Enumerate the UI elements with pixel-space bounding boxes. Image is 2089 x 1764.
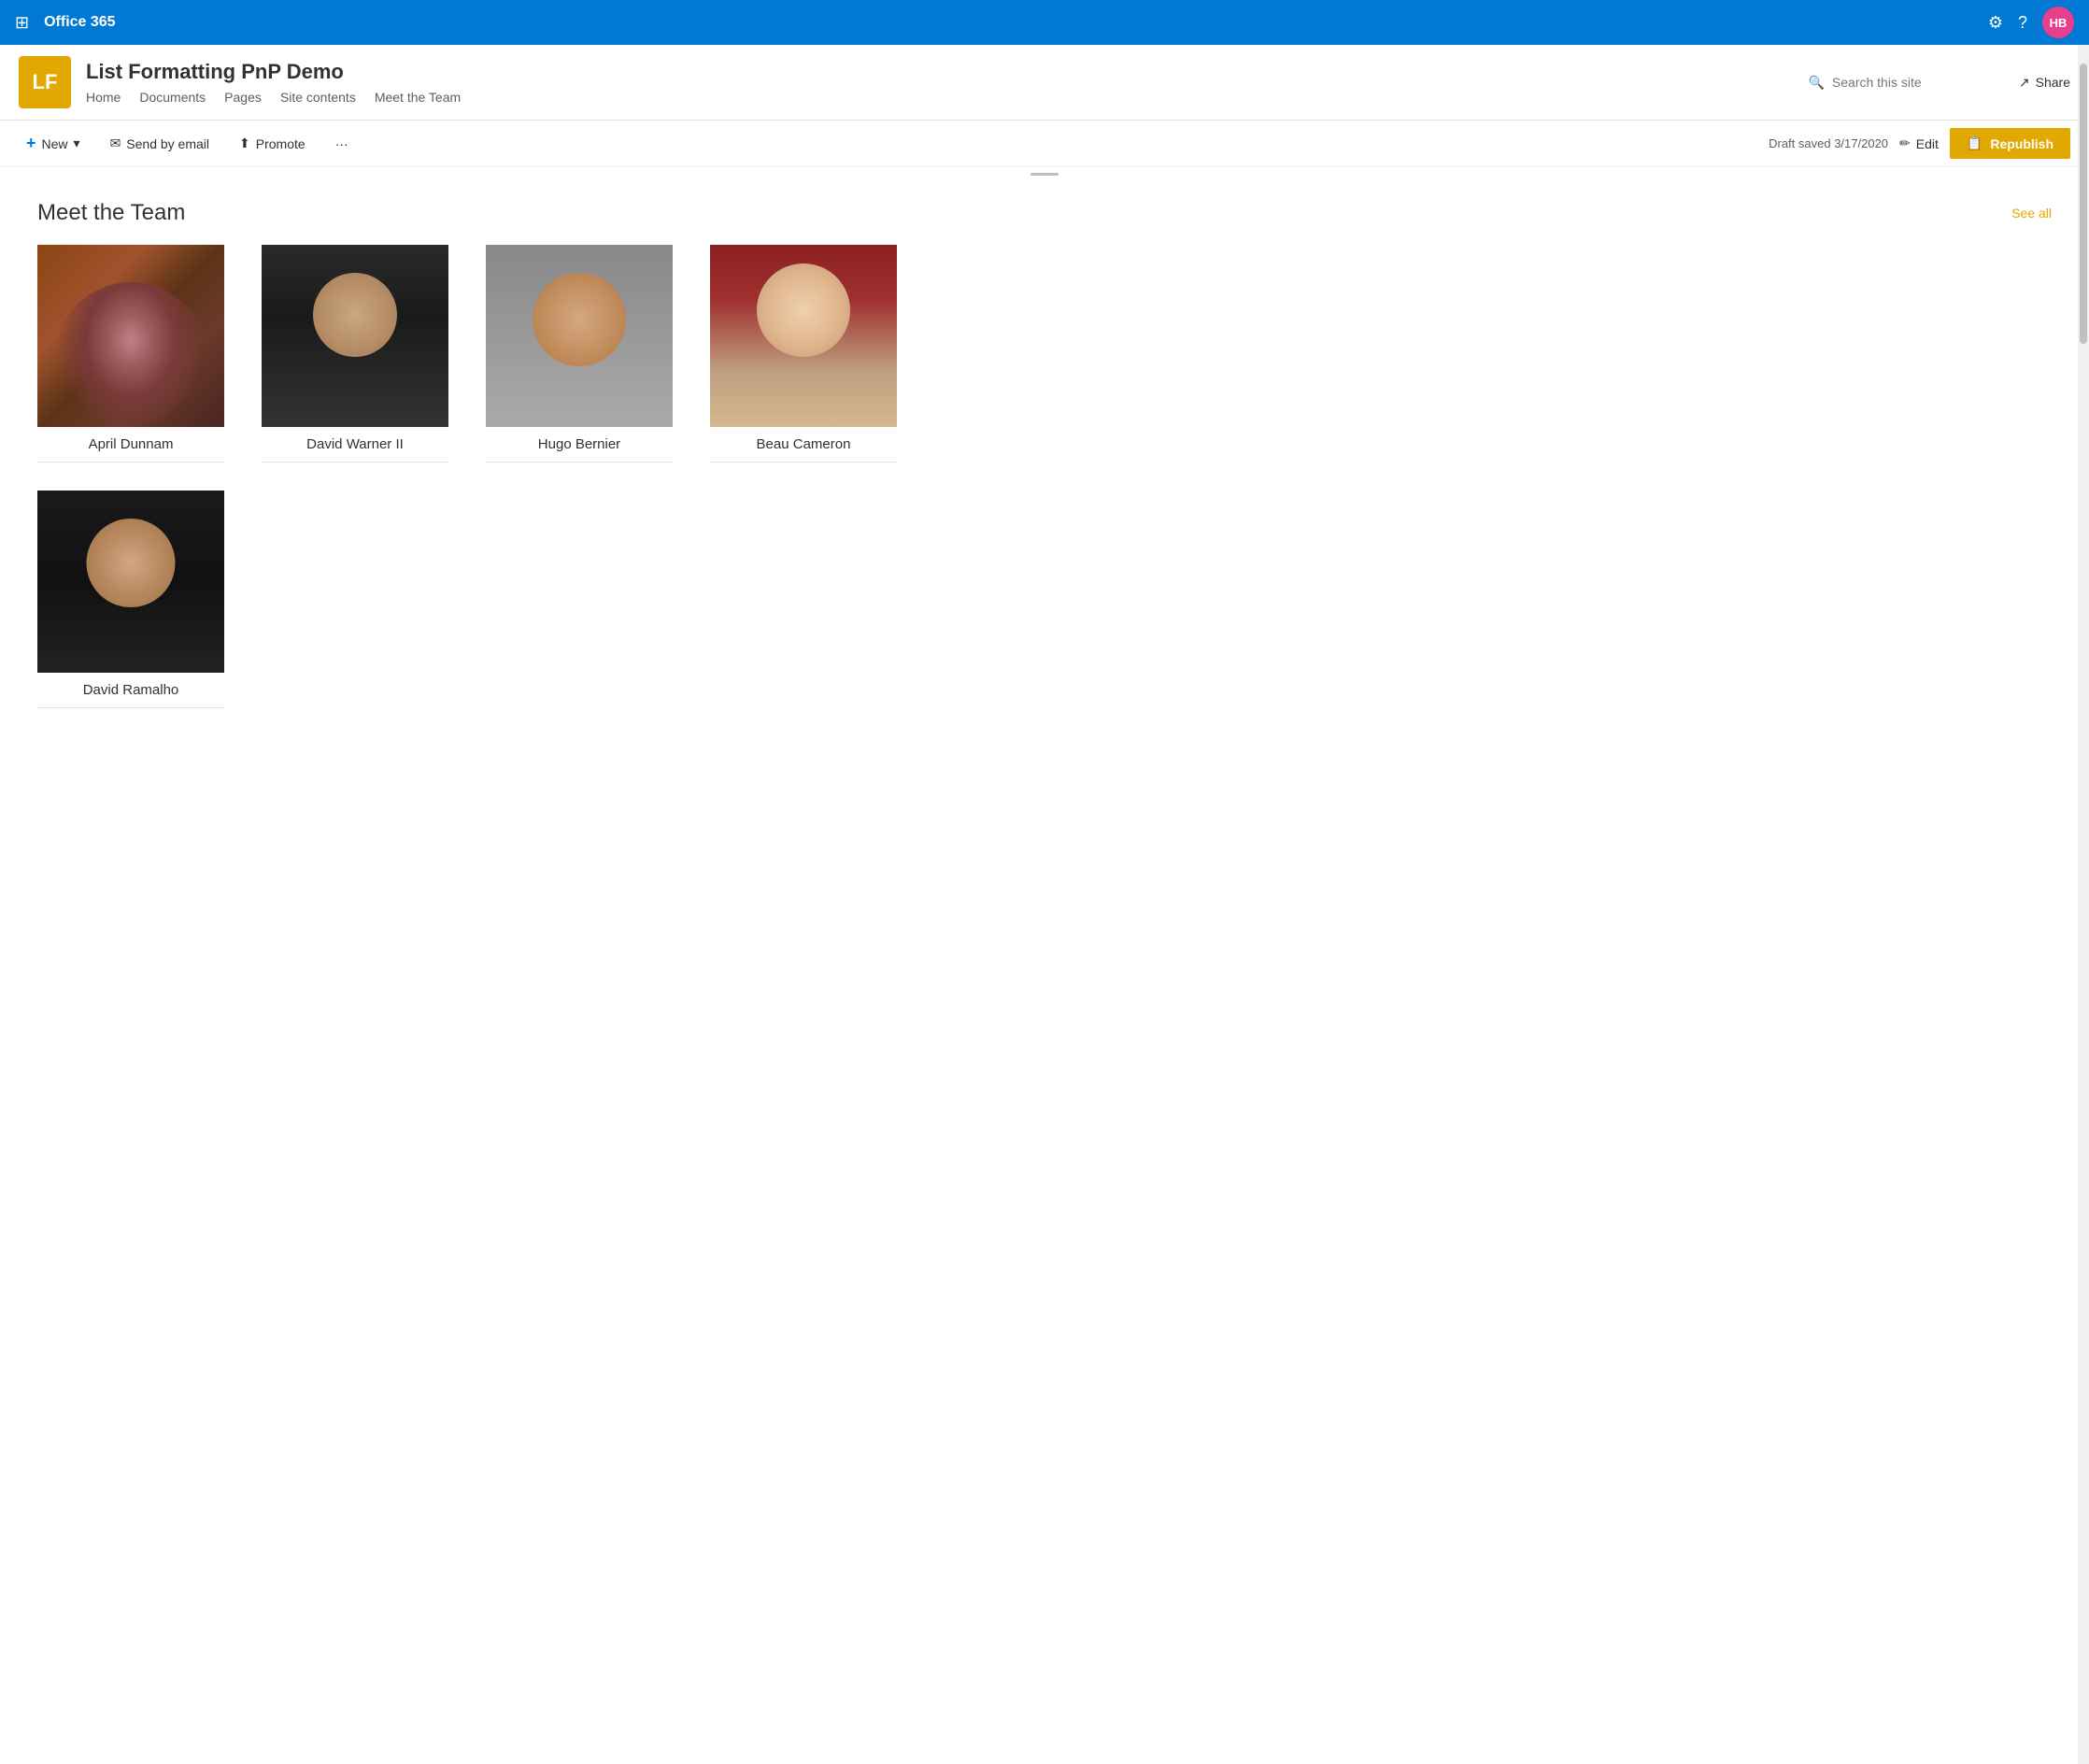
email-icon: ✉ <box>110 135 121 151</box>
share-label: Share <box>2036 75 2070 90</box>
nav-home[interactable]: Home <box>86 90 121 105</box>
team-photo-david-w <box>262 245 448 427</box>
share-button[interactable]: ↗ Share <box>2019 75 2070 91</box>
toolbar-right: Draft saved 3/17/2020 ✏ Edit 📋 Republish <box>1769 128 2070 159</box>
team-photo-david-r <box>37 491 224 673</box>
more-button[interactable]: ··· <box>328 133 356 155</box>
draft-saved-text: Draft saved 3/17/2020 <box>1769 136 1888 150</box>
send-email-button[interactable]: ✉ Send by email <box>103 132 217 155</box>
team-name-hugo: Hugo Bernier <box>486 436 673 452</box>
site-logo[interactable]: LF <box>19 56 71 108</box>
top-nav-right: ⚙ ? HB <box>1988 7 2074 38</box>
site-header-left: LF List Formatting PnP Demo Home Documen… <box>19 56 461 108</box>
team-photo-hugo <box>486 245 673 427</box>
promote-label: Promote <box>256 136 306 151</box>
team-card-april[interactable]: April Dunnam <box>37 245 224 462</box>
site-nav: Home Documents Pages Site contents Meet … <box>86 90 461 105</box>
promote-icon: ⬆ <box>239 135 250 151</box>
site-header-right: 🔍 ↗ Share <box>1808 75 2070 91</box>
edit-label: Edit <box>1916 136 1939 151</box>
team-name-april: April Dunnam <box>37 436 224 452</box>
team-card-beau[interactable]: Beau Cameron <box>710 245 897 462</box>
team-name-david-r: David Ramalho <box>37 682 224 698</box>
main-content: Meet the Team See all April Dunnam David… <box>0 181 2089 727</box>
plus-icon: + <box>26 134 36 153</box>
nav-pages[interactable]: Pages <box>224 90 262 105</box>
nav-meet-the-team[interactable]: Meet the Team <box>375 90 461 105</box>
top-nav-left: ⊞ Office 365 <box>15 13 116 33</box>
top-nav-bar: ⊞ Office 365 ⚙ ? HB <box>0 0 2089 45</box>
waffle-icon[interactable]: ⊞ <box>15 13 29 33</box>
team-divider-david-r <box>37 707 224 708</box>
new-label: New <box>42 136 68 151</box>
share-icon: ↗ <box>2019 75 2030 91</box>
republish-icon: 📋 <box>1967 135 1982 151</box>
search-icon: 🔍 <box>1808 75 1824 91</box>
site-header: LF List Formatting PnP Demo Home Documen… <box>0 45 2089 121</box>
new-button[interactable]: + New ▾ <box>19 130 88 157</box>
team-name-beau: Beau Cameron <box>710 436 897 452</box>
section-header: Meet the Team See all <box>37 200 2052 226</box>
office365-label: Office 365 <box>44 14 115 31</box>
toolbar: + New ▾ ✉ Send by email ⬆ Promote ··· Dr… <box>0 121 2089 167</box>
promote-button[interactable]: ⬆ Promote <box>232 132 313 155</box>
search-input[interactable] <box>1832 75 2000 90</box>
team-name-david-w: David Warner II <box>262 436 448 452</box>
search-box: 🔍 <box>1808 75 1999 91</box>
team-grid: April Dunnam David Warner II Hugo Bernie… <box>37 245 2052 708</box>
section-title: Meet the Team <box>37 200 185 226</box>
team-card-hugo[interactable]: Hugo Bernier <box>486 245 673 462</box>
scroll-indicator <box>1030 173 1059 176</box>
toolbar-left: + New ▾ ✉ Send by email ⬆ Promote ··· <box>19 130 356 157</box>
republish-button[interactable]: 📋 Republish <box>1950 128 2070 159</box>
more-icon: ··· <box>335 136 348 151</box>
edit-icon: ✏ <box>1899 135 1911 151</box>
nav-site-contents[interactable]: Site contents <box>280 90 356 105</box>
republish-label: Republish <box>1990 136 2053 151</box>
edit-button[interactable]: ✏ Edit <box>1899 135 1939 151</box>
new-chevron-icon: ▾ <box>74 135 80 151</box>
scrollbar-thumb[interactable] <box>2080 64 2087 344</box>
site-title-area: List Formatting PnP Demo Home Documents … <box>86 60 461 105</box>
team-photo-april <box>37 245 224 427</box>
nav-documents[interactable]: Documents <box>139 90 206 105</box>
avatar[interactable]: HB <box>2042 7 2074 38</box>
settings-icon[interactable]: ⚙ <box>1988 13 2003 33</box>
see-all-link[interactable]: See all <box>2011 206 2052 220</box>
team-card-david-w[interactable]: David Warner II <box>262 245 448 462</box>
site-title: List Formatting PnP Demo <box>86 60 461 84</box>
team-card-david-r[interactable]: David Ramalho <box>37 491 224 708</box>
scrollbar[interactable] <box>2078 45 2089 1764</box>
send-email-label: Send by email <box>126 136 209 151</box>
help-icon[interactable]: ? <box>2018 13 2027 33</box>
team-photo-beau <box>710 245 897 427</box>
